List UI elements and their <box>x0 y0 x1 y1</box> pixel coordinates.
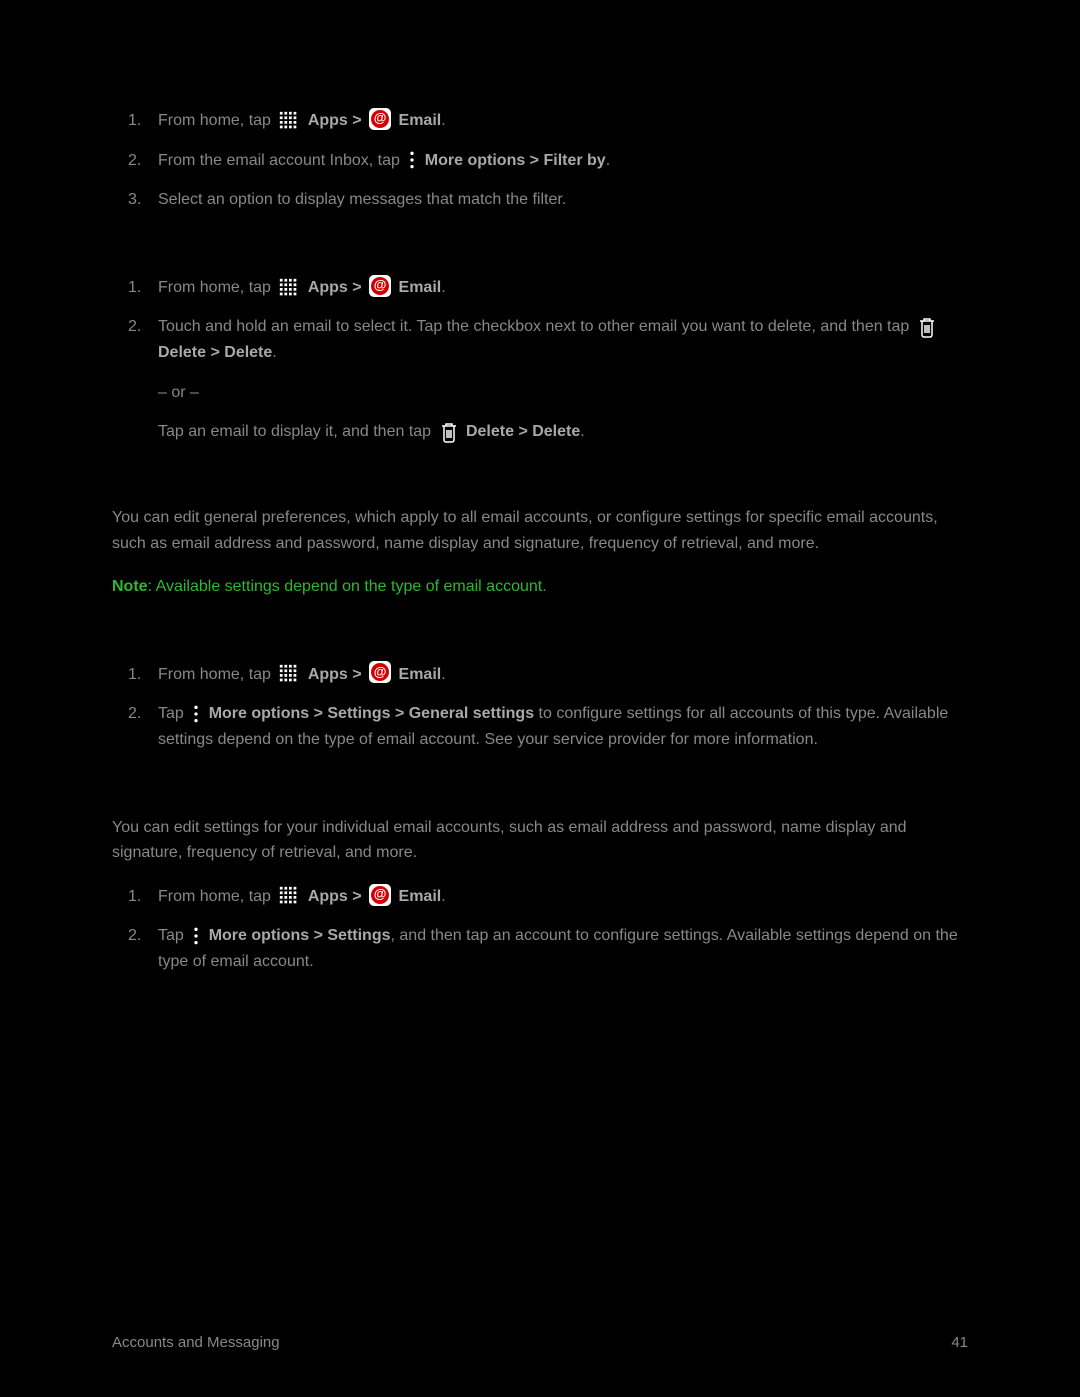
general-preferences-heading: General Email Preferences <box>112 628 968 648</box>
account-paragraph: You can edit settings for your individua… <box>112 815 968 866</box>
email-settings-heading: Email Settings <box>112 467 968 491</box>
filter-steps-list: 1. From home, tap Apps > Email. 2. From … <box>112 108 968 213</box>
delete-email-heading: Delete Email <box>112 241 968 261</box>
email-icon <box>369 275 391 297</box>
delete-steps-list: 1. From home, tap Apps > Email. 2. Touch… <box>112 275 968 445</box>
list-item: 2. Touch and hold an email to select it.… <box>158 314 968 444</box>
apps-icon <box>278 662 300 688</box>
more-options-icon <box>407 148 417 174</box>
note-block: Note: Available settings depend on the t… <box>112 574 968 600</box>
list-item: 2. Tap More options > Settings, and then… <box>158 923 968 974</box>
list-item: 2. From the email account Inbox, tap Mor… <box>158 148 968 174</box>
footer-section: Accounts and Messaging <box>112 1331 280 1355</box>
email-icon <box>369 108 391 130</box>
more-options-icon <box>191 923 201 949</box>
apps-icon <box>278 884 300 910</box>
email-icon <box>369 884 391 906</box>
account-settings-heading: Email Account Settings <box>112 781 968 801</box>
list-item: 3. Select an option to display messages … <box>158 187 968 213</box>
page-footer: Accounts and Messaging 41 <box>112 1331 968 1355</box>
list-item: 1. From home, tap Apps > Email. <box>158 275 968 301</box>
apps-icon <box>278 275 300 301</box>
account-steps-list: 1. From home, tap Apps > Email. 2. Tap M… <box>112 884 968 975</box>
delete-icon <box>439 419 459 445</box>
settings-paragraph: You can edit general preferences, which … <box>112 505 968 556</box>
list-item: 2. Tap More options > Settings > General… <box>158 701 968 752</box>
list-item: 1. From home, tap Apps > Email. <box>158 662 968 688</box>
list-item: 1. From home, tap Apps > Email. <box>158 108 968 134</box>
general-steps-list: 1. From home, tap Apps > Email. 2. Tap M… <box>112 662 968 753</box>
apps-icon <box>278 108 300 134</box>
more-options-icon <box>191 701 201 727</box>
email-icon <box>369 661 391 683</box>
delete-icon <box>917 314 937 340</box>
footer-page-number: 41 <box>951 1331 968 1355</box>
list-item: 1. From home, tap Apps > Email. <box>158 884 968 910</box>
